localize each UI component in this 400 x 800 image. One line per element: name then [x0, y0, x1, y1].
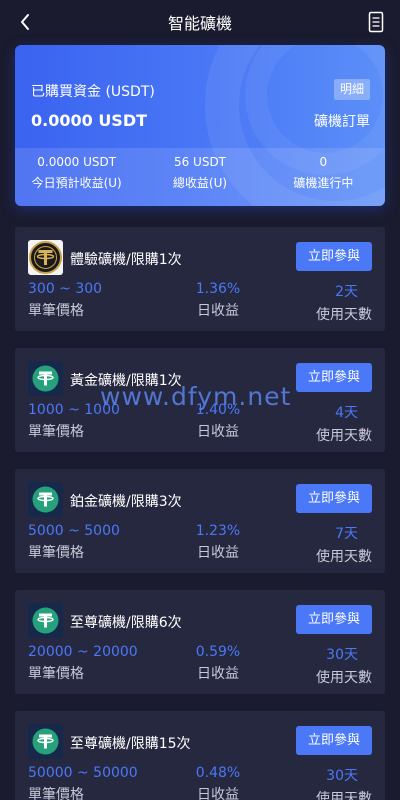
stat-value: 0.0000 USDT: [37, 155, 117, 169]
product-name: 體驗礦機/限購1次: [70, 252, 182, 268]
daily-rate: 0.59%: [195, 644, 241, 660]
product-card: 至尊礦機/限購6次 立即參與 20000 ~ 20000 單筆價格 0.59% …: [15, 590, 385, 694]
purchased-capital-amount: 0.0000 USDT: [31, 111, 148, 130]
page-title: 智能礦機: [167, 14, 232, 33]
price-label: 單筆價格: [28, 666, 84, 682]
document-icon: [368, 11, 384, 33]
price-label: 單筆價格: [28, 787, 84, 800]
stat-label: 總收益(U): [172, 176, 228, 190]
join-button[interactable]: 立即參與: [296, 363, 372, 392]
product-card: 黃金礦機/限購1次 立即參與 1000 ~ 1000 單筆價格 1.40% 日收…: [15, 348, 385, 452]
usage-days-label: 使用天數: [316, 549, 372, 565]
price-label: 單筆價格: [28, 424, 84, 440]
product-card: 至尊礦機/限購15次 立即參與 50000 ~ 50000 單筆價格 0.48%…: [15, 711, 385, 800]
daily-rate-label: 日收益: [197, 666, 239, 682]
chevron-left-icon: [21, 14, 29, 30]
price-range: 50000 ~ 50000: [28, 765, 138, 781]
product-card: 體驗礦機/限購1次 立即參與 300 ~ 300 單筆價格 1.36% 日收益 …: [15, 227, 385, 331]
stat-active-miners: 0 礦機進行中: [262, 148, 385, 206]
join-button[interactable]: 立即參與: [296, 605, 372, 634]
stat-today-earnings: 0.0000 USDT 今日預計收益(U): [15, 148, 138, 206]
usage-days: 7天: [335, 526, 358, 542]
records-button[interactable]: [368, 11, 384, 33]
stat-label: 礦機進行中: [293, 176, 354, 190]
miner-orders-link[interactable]: 礦機訂單: [314, 111, 370, 131]
purchased-capital-label: 已購買資金 (USDT): [31, 84, 155, 100]
daily-rate: 1.40%: [195, 402, 241, 418]
join-button[interactable]: 立即參與: [296, 242, 372, 271]
product-name: 鉑金礦機/限購3次: [70, 494, 182, 510]
gold-tether-icon: [28, 240, 63, 275]
usage-days-label: 使用天數: [316, 670, 372, 686]
price-range: 1000 ~ 1000: [28, 402, 120, 418]
product-name: 黃金礦機/限購1次: [70, 373, 182, 389]
usage-days: 2天: [335, 284, 358, 300]
stat-label: 今日預計收益(U): [31, 176, 122, 190]
daily-rate-label: 日收益: [197, 303, 239, 319]
daily-rate-label: 日收益: [197, 787, 239, 800]
usage-days-label: 使用天數: [316, 791, 372, 800]
stat-value: 56 USDT: [173, 155, 227, 169]
usage-days: 30天: [326, 647, 358, 663]
tether-icon: [28, 603, 63, 638]
stat-total-earnings: 56 USDT 總收益(U): [138, 148, 261, 206]
price-range: 5000 ~ 5000: [28, 523, 120, 539]
tether-icon: [28, 361, 63, 396]
price-range: 20000 ~ 20000: [28, 644, 138, 660]
details-button[interactable]: 明細: [333, 79, 370, 100]
price-label: 單筆價格: [28, 545, 84, 561]
daily-rate: 0.48%: [195, 765, 241, 781]
daily-rate-label: 日收益: [197, 545, 239, 561]
join-button[interactable]: 立即參與: [296, 484, 372, 513]
price-range: 300 ~ 300: [28, 281, 103, 297]
usage-days-label: 使用天數: [316, 307, 372, 323]
usage-days: 4天: [335, 405, 358, 421]
back-button[interactable]: [14, 10, 36, 34]
daily-rate: 1.23%: [195, 523, 241, 539]
top-bar: 智能礦機: [0, 0, 400, 44]
product-name: 至尊礦機/限購15次: [70, 736, 191, 752]
usage-days-label: 使用天數: [316, 428, 372, 444]
price-label: 單筆價格: [28, 303, 84, 319]
stats-row: 0.0000 USDT 今日預計收益(U) 56 USDT 總收益(U) 0 礦…: [15, 148, 385, 206]
join-button[interactable]: 立即參與: [296, 726, 372, 755]
stat-value: 0: [319, 155, 328, 169]
tether-icon: [28, 482, 63, 517]
daily-rate: 1.36%: [195, 281, 241, 297]
product-name: 至尊礦機/限購6次: [70, 615, 182, 631]
tether-icon: [28, 724, 63, 759]
daily-rate-label: 日收益: [197, 424, 239, 440]
asset-summary-card: 已購買資金 (USDT) 0.0000 USDT 明細 礦機訂單 0.0000 …: [15, 45, 385, 206]
product-card: 鉑金礦機/限購3次 立即參與 5000 ~ 5000 單筆價格 1.23% 日收…: [15, 469, 385, 573]
usage-days: 30天: [326, 768, 358, 784]
